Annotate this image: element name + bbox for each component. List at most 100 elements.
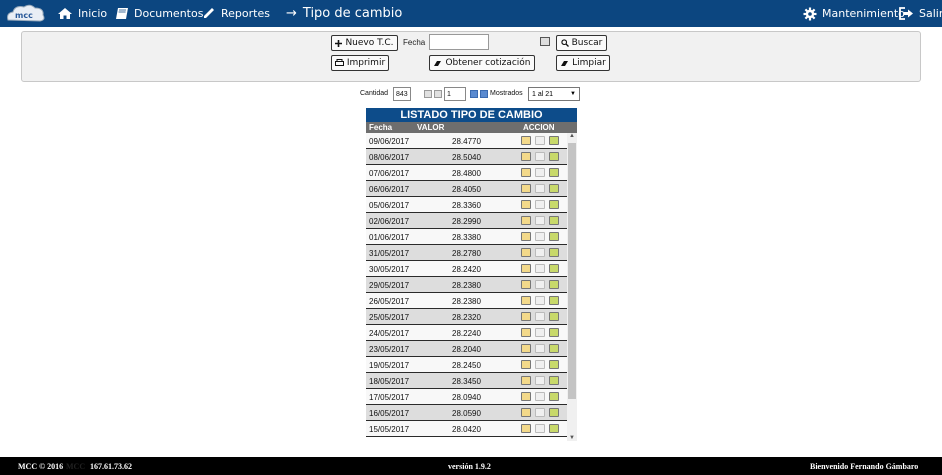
first-page-button[interactable]	[424, 90, 432, 98]
magnifier-icon[interactable]	[535, 408, 545, 417]
edit-icon[interactable]	[521, 280, 531, 289]
calendar-icon[interactable]	[540, 37, 550, 46]
edit-icon[interactable]	[521, 392, 531, 401]
calendar-icon[interactable]	[549, 168, 559, 177]
buscar-label: Buscar	[571, 38, 603, 48]
edit-icon[interactable]	[521, 360, 531, 369]
edit-icon[interactable]	[521, 264, 531, 273]
magnifier-icon[interactable]	[535, 296, 545, 305]
limpiar-label: Limpiar	[572, 58, 606, 68]
nav-inicio[interactable]: Inicio	[57, 0, 107, 27]
row-actions	[521, 248, 559, 257]
nuevo-tc-label: Nuevo T.C.	[345, 38, 394, 48]
calendar-icon[interactable]	[549, 296, 559, 305]
buscar-button[interactable]: Buscar	[556, 35, 607, 51]
edit-icon[interactable]	[521, 328, 531, 337]
fecha-input[interactable]	[429, 34, 489, 50]
magnifier-icon[interactable]	[535, 392, 545, 401]
magnifier-icon[interactable]	[535, 264, 545, 273]
edit-icon[interactable]	[521, 232, 531, 241]
edit-icon[interactable]	[521, 312, 531, 321]
limpiar-button[interactable]: Limpiar	[556, 55, 610, 71]
calendar-icon[interactable]	[549, 312, 559, 321]
edit-icon[interactable]	[521, 152, 531, 161]
calendar-icon[interactable]	[549, 216, 559, 225]
imprimir-button[interactable]: Imprimir	[331, 55, 389, 71]
magnifier-icon[interactable]	[535, 328, 545, 337]
calendar-icon[interactable]	[549, 408, 559, 417]
mostrados-select[interactable]: 1 al 21 ▼	[528, 87, 580, 101]
scroll-down-icon[interactable]: ▼	[569, 435, 575, 441]
page-title-label: Tipo de cambio	[302, 6, 403, 21]
nav-mantenimiento[interactable]: Mantenimiento	[803, 0, 905, 27]
magnifier-icon[interactable]	[535, 200, 545, 209]
edit-icon[interactable]	[521, 344, 531, 353]
magnifier-icon[interactable]	[535, 424, 545, 433]
edit-icon[interactable]	[521, 376, 531, 385]
home-icon	[58, 8, 72, 19]
cell-valor: 28.2420	[452, 265, 481, 274]
magnifier-icon[interactable]	[535, 184, 545, 193]
magnifier-icon[interactable]	[535, 136, 545, 145]
next-page-button[interactable]	[470, 90, 478, 98]
magnifier-icon[interactable]	[535, 216, 545, 225]
magnifier-icon[interactable]	[535, 312, 545, 321]
calendar-icon[interactable]	[549, 136, 559, 145]
nav-documentos[interactable]: Documentos	[115, 0, 203, 27]
page-number-input[interactable]: 1	[444, 87, 466, 101]
tipo-cambio-grid: LISTADO TIPO DE CAMBIO Fecha VALOR ACCIO…	[366, 108, 577, 441]
calendar-icon[interactable]	[549, 360, 559, 369]
footer-version: versión 1.9.2	[448, 462, 491, 471]
table-row: 19/05/2017 28.2450	[366, 357, 577, 373]
page-title: → Tipo de cambio	[286, 0, 402, 27]
scroll-thumb[interactable]	[568, 143, 576, 399]
edit-icon[interactable]	[521, 184, 531, 193]
calendar-icon[interactable]	[549, 424, 559, 433]
calendar-icon[interactable]	[549, 328, 559, 337]
magnifier-icon[interactable]	[535, 152, 545, 161]
edit-icon[interactable]	[521, 248, 531, 257]
calendar-icon[interactable]	[549, 344, 559, 353]
grid-header: Fecha VALOR ACCION	[366, 122, 577, 133]
row-actions	[521, 232, 559, 241]
edit-icon[interactable]	[521, 424, 531, 433]
calendar-icon[interactable]	[549, 280, 559, 289]
cell-fecha: 06/06/2017	[369, 185, 410, 194]
cell-valor: 28.3380	[452, 233, 481, 242]
calendar-icon[interactable]	[549, 392, 559, 401]
edit-icon[interactable]	[521, 200, 531, 209]
prev-page-button[interactable]	[434, 90, 442, 98]
magnifier-icon[interactable]	[535, 344, 545, 353]
mcc-logo[interactable]: mcc	[4, 2, 48, 24]
obtener-cotizacion-button[interactable]: Obtener cotización	[429, 55, 535, 71]
magnifier-icon[interactable]	[535, 376, 545, 385]
cantidad-value: 843	[393, 87, 411, 101]
magnifier-icon[interactable]	[535, 168, 545, 177]
calendar-icon[interactable]	[549, 232, 559, 241]
last-page-button[interactable]	[480, 90, 488, 98]
calendar-icon[interactable]	[549, 184, 559, 193]
row-actions	[521, 184, 559, 193]
mostrados-label: Mostrados	[490, 90, 523, 97]
edit-icon[interactable]	[521, 408, 531, 417]
edit-icon[interactable]	[521, 296, 531, 305]
magnifier-icon[interactable]	[535, 280, 545, 289]
edit-icon[interactable]	[521, 136, 531, 145]
calendar-icon[interactable]	[549, 248, 559, 257]
magnifier-icon[interactable]	[535, 360, 545, 369]
nav-reportes[interactable]: Reportes	[202, 0, 270, 27]
edit-icon[interactable]	[521, 216, 531, 225]
nav-salir[interactable]: Salir	[899, 0, 942, 27]
footer-welcome: Bienvenido Fernando Gámbaro	[810, 462, 919, 471]
calendar-icon[interactable]	[549, 264, 559, 273]
plus-icon	[335, 39, 343, 47]
edit-icon[interactable]	[521, 168, 531, 177]
calendar-icon[interactable]	[549, 376, 559, 385]
scroll-up-icon[interactable]: ▲	[569, 133, 575, 139]
calendar-icon[interactable]	[549, 152, 559, 161]
magnifier-icon[interactable]	[535, 248, 545, 257]
nuevo-tc-button[interactable]: Nuevo T.C.	[331, 35, 398, 51]
grid-scrollbar[interactable]: ▲ ▼	[567, 133, 577, 441]
calendar-icon[interactable]	[549, 200, 559, 209]
magnifier-icon[interactable]	[535, 232, 545, 241]
